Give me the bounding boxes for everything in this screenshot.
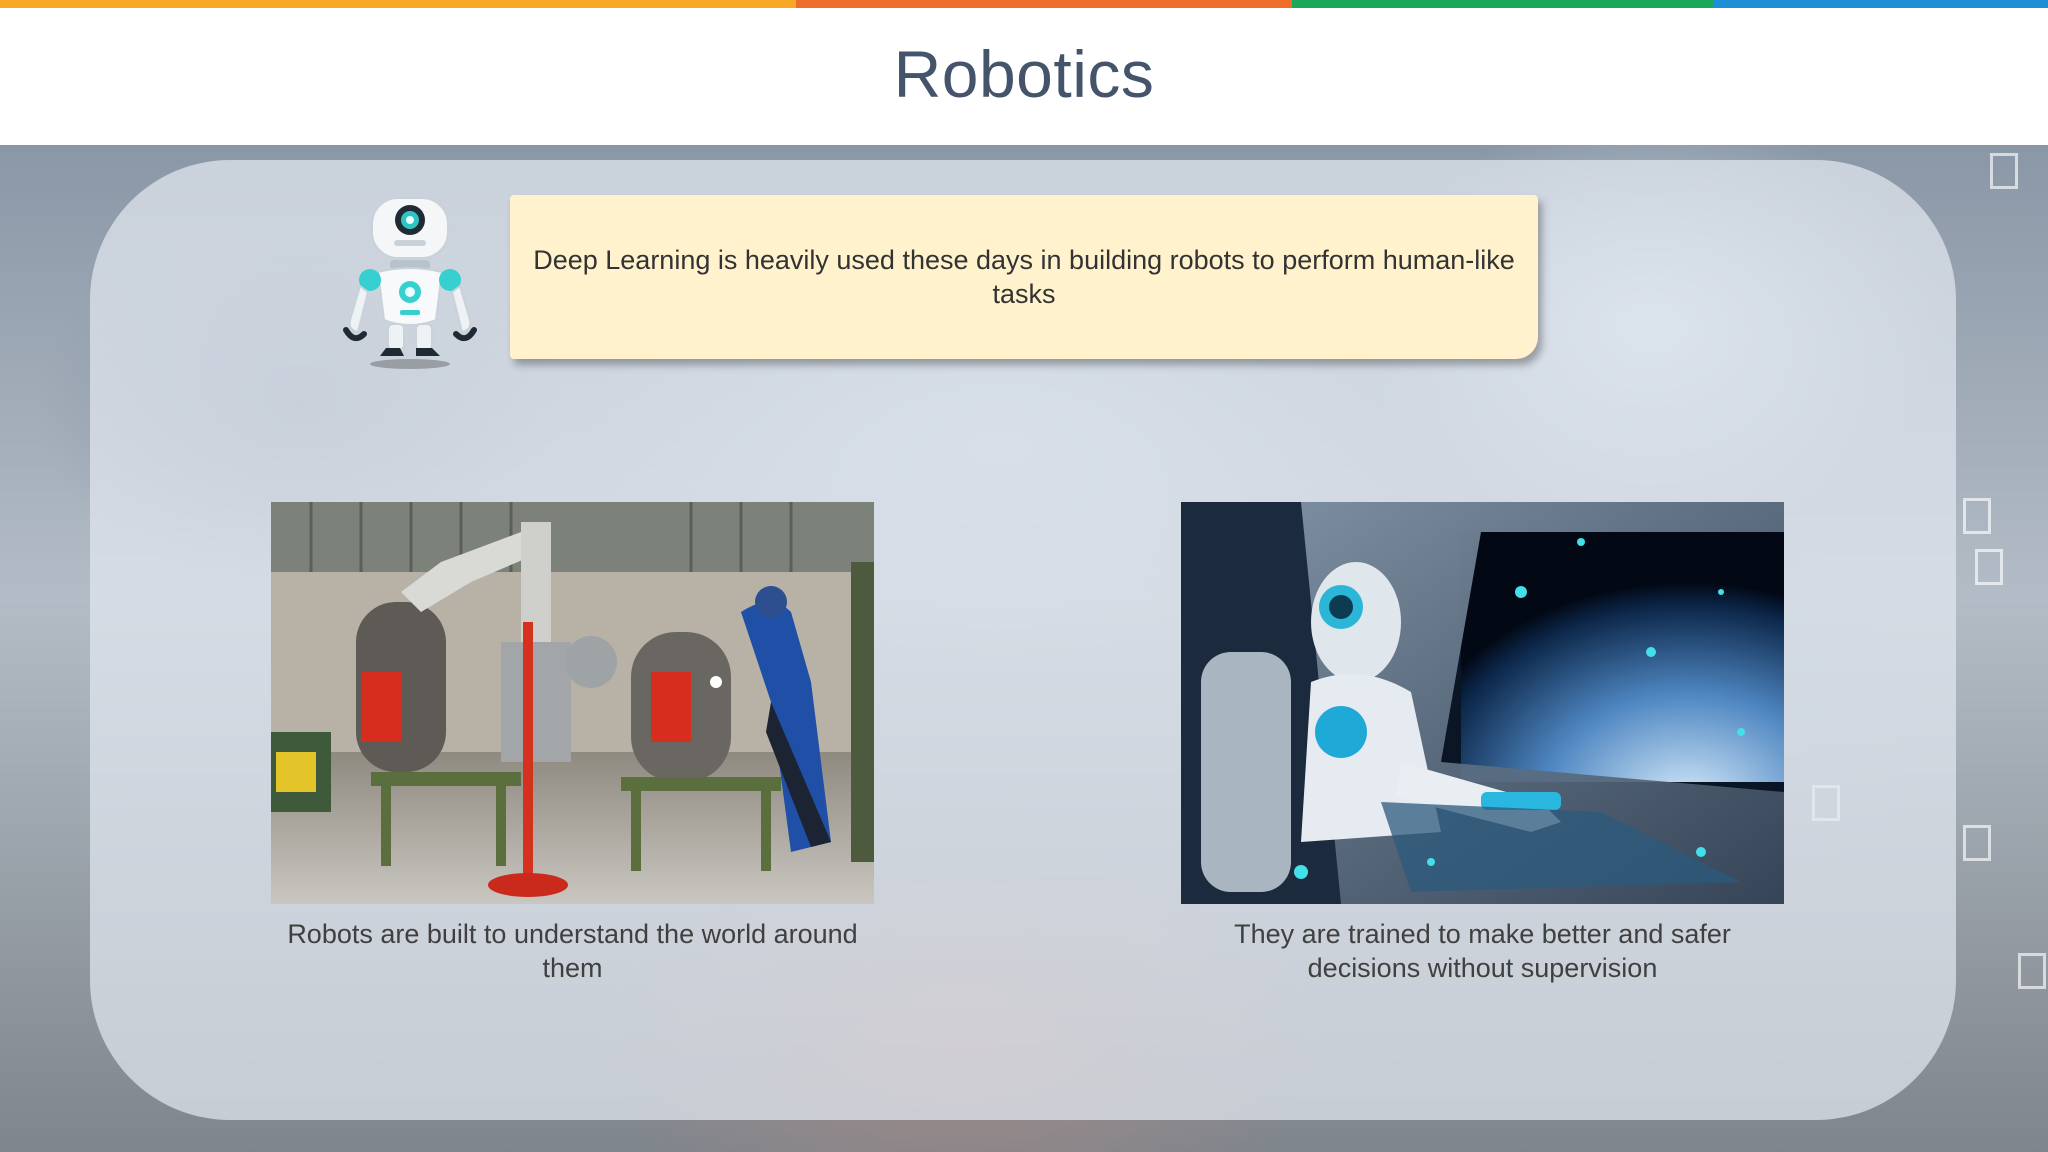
accent-bar-orange [796,0,1292,8]
accent-bar-green [1292,0,1714,8]
callout-text: Deep Learning is heavily used these days… [533,245,1515,309]
slide-title: Robotics [893,37,1155,111]
accent-bar [0,0,2048,8]
slide-header: Robotics [0,8,2048,145]
callout-box: Deep Learning is heavily used these days… [510,195,1538,359]
image-caption-right: They are trained to make better and safe… [1234,919,1731,983]
robotic-welding-photo [271,502,874,904]
image-caption-left: Robots are built to understand the world… [287,919,858,983]
robot-mascot-icon [330,190,490,370]
accent-bar-blue [1714,0,2048,8]
decorative-frame [1963,825,1991,861]
humanoid-robot-spacecraft-photo [1181,502,1784,904]
accent-bar-yellow [0,0,796,8]
decorative-frame [1963,498,1991,534]
decorative-frame [2018,953,2046,989]
decorative-frame [1990,153,2018,189]
decorative-frame [1975,549,2003,585]
